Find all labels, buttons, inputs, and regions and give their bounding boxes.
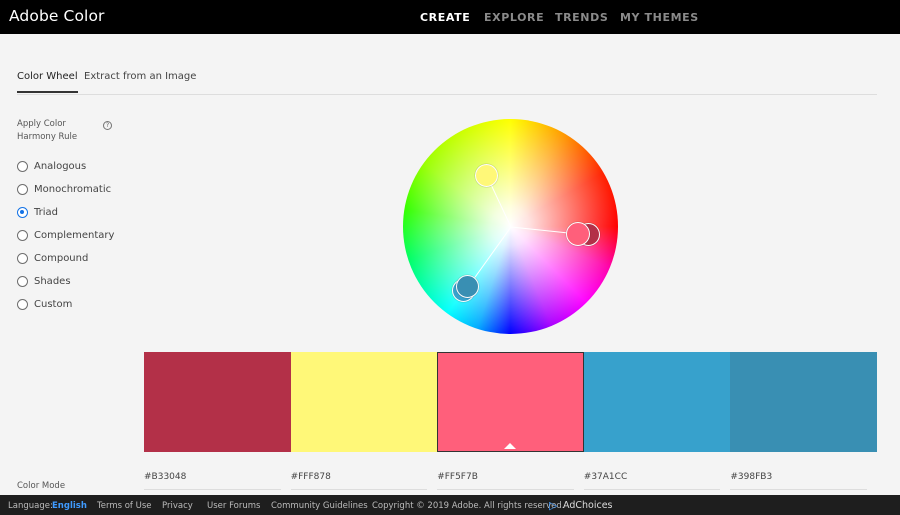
color-mode-label: Color Mode (17, 481, 66, 491)
adchoices-triangle-icon[interactable]: ▷ (549, 499, 557, 512)
rule-option-custom[interactable]: Custom (17, 293, 114, 316)
adchoices-link[interactable]: AdChoices (563, 500, 613, 511)
rule-option-compound[interactable]: Compound (17, 247, 114, 270)
footer-link-community-guidelines[interactable]: Community Guidelines (271, 501, 368, 511)
nav-trends[interactable]: TRENDS (555, 11, 608, 24)
footer-link-privacy[interactable]: Privacy (162, 501, 193, 511)
footer-link-user-forums[interactable]: User Forums (207, 501, 260, 511)
wheel-marker-blue[interactable] (456, 275, 479, 298)
radio-button[interactable] (17, 276, 28, 287)
swatch-1[interactable] (144, 352, 291, 452)
top-bar: Adobe Color CREATE EXPLORE TRENDS MY THE… (0, 0, 900, 34)
tab-color-wheel[interactable]: Color Wheel (17, 71, 78, 93)
radio-button[interactable] (17, 253, 28, 264)
hex-input-2[interactable]: #FFF878 (290, 472, 428, 490)
wheel-marker-pink[interactable] (566, 222, 590, 246)
rule-label: Analogous (34, 161, 87, 172)
wheel-marker-yellow[interactable] (475, 164, 498, 187)
swatch-3-selected[interactable] (437, 352, 584, 452)
language-label: Language: (8, 501, 53, 511)
nav-my-themes[interactable]: MY THEMES (620, 11, 699, 24)
radio-button-checked[interactable] (17, 207, 28, 218)
hex-input-5[interactable]: #398FB3 (730, 472, 867, 490)
info-circle-icon[interactable]: ? (103, 121, 112, 130)
rule-option-analogous[interactable]: Analogous (17, 155, 114, 178)
rule-option-triad[interactable]: Triad (17, 201, 114, 224)
nav-create[interactable]: CREATE (420, 11, 470, 24)
hex-input-4[interactable]: #37A1CC (583, 472, 721, 490)
hex-input-1[interactable]: #B33048 (144, 472, 281, 490)
rule-option-monochromatic[interactable]: Monochromatic (17, 178, 114, 201)
footer-link-terms[interactable]: Terms of Use (97, 501, 152, 511)
rule-label: Shades (34, 276, 71, 287)
radio-button[interactable] (17, 161, 28, 172)
rule-option-complementary[interactable]: Complementary (17, 224, 114, 247)
tab-extract-from-image[interactable]: Extract from an Image (84, 71, 196, 82)
hex-values: #B33048 #FFF878 #FF5F7B #37A1CC #398FB3 (144, 472, 877, 490)
rule-label: Complementary (34, 230, 115, 241)
swatch-4[interactable] (583, 352, 731, 452)
swatch-2[interactable] (290, 352, 438, 452)
rule-label: Triad (34, 207, 59, 218)
radio-button[interactable] (17, 299, 28, 310)
footer-copyright: Copyright © 2019 Adobe. All rights reser… (372, 501, 565, 511)
harmony-rule-heading: Apply Color Harmony Rule (17, 119, 78, 142)
harmony-rule-list: Analogous Monochromatic Triad Complement… (17, 155, 114, 316)
radio-button[interactable] (17, 184, 28, 195)
main-nav: CREATE EXPLORE TRENDS MY THEMES (0, 0, 900, 34)
selected-caret-icon (504, 443, 517, 449)
footer: Language: English Terms of Use Privacy U… (0, 495, 900, 515)
language-selector[interactable]: English (52, 501, 87, 511)
rule-label: Compound (34, 253, 89, 264)
swatch-5[interactable] (730, 352, 877, 452)
rule-label: Custom (34, 299, 73, 310)
rule-option-shades[interactable]: Shades (17, 270, 114, 293)
create-tabs: Color Wheel Extract from an Image (17, 61, 877, 95)
color-swatches (144, 352, 877, 452)
hex-input-3[interactable]: #FF5F7B (437, 472, 574, 490)
color-wheel[interactable] (403, 119, 618, 334)
rule-label: Monochromatic (34, 184, 112, 195)
nav-explore[interactable]: EXPLORE (484, 11, 544, 24)
radio-button[interactable] (17, 230, 28, 241)
